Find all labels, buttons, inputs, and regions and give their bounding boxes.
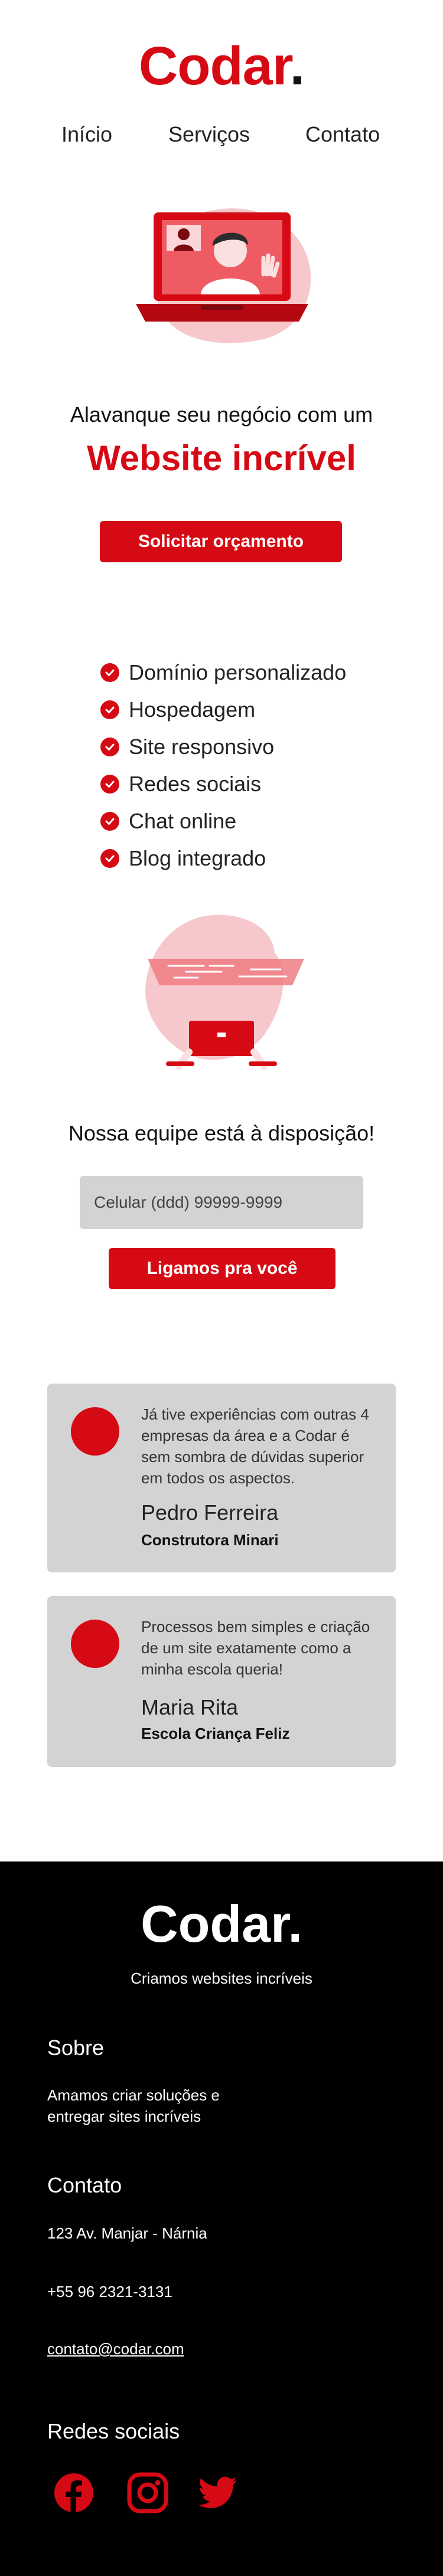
request-quote-button[interactable]: Solicitar orçamento [100, 521, 342, 562]
testimonial-author: Maria Rita [141, 1695, 239, 1719]
check-circle-icon [100, 663, 119, 682]
footer-about-title: Sobre [47, 2036, 105, 2060]
footer-about-text: Amamos criar soluções e entregar sites i… [47, 2086, 220, 2125]
feature-label: Blog integrado [129, 845, 266, 870]
footer-logo[interactable]: Codar. [0, 1898, 443, 1950]
feature-item: Redes sociais [100, 765, 396, 802]
testimonial-company: Construtora Minari [141, 1531, 279, 1549]
check-circle-icon [100, 700, 119, 719]
testimonial-quote: Já tive experiências com outras 4 empres… [141, 1405, 369, 1487]
avatar [71, 1407, 119, 1456]
team-lead-text: Nossa equipe está à disposição! [68, 1121, 375, 1145]
phone-input[interactable] [80, 1176, 363, 1229]
check-circle-icon [100, 774, 119, 794]
testimonial-card: Já tive experiências com outras 4 empres… [47, 1384, 396, 1572]
feature-label: Redes sociais [129, 771, 262, 796]
footer-phone: +55 96 2321-3131 [47, 2283, 172, 2300]
testimonial-quote: Processos bem simples e criação de um si… [141, 1618, 370, 1678]
footer-email-link[interactable]: contato@codar.com [47, 2338, 184, 2359]
footer-address: 123 Av. Manjar - Nárnia [47, 2224, 207, 2242]
avatar [71, 1620, 119, 1668]
feature-label: Hospedagem [129, 697, 256, 722]
instagram-icon[interactable] [127, 2472, 168, 2513]
nav-link-inicio[interactable]: Início [61, 120, 112, 149]
feature-item: Domínio personalizado [100, 654, 396, 691]
footer: Codar. Criamos websites incríveis Sobre … [0, 1861, 443, 2576]
nav-link-contato[interactable]: Contato [305, 120, 380, 149]
call-me-button[interactable]: Ligamos pra você [109, 1248, 335, 1289]
check-circle-icon [100, 848, 119, 868]
brand-dot: . [289, 36, 305, 96]
testimonial-author: Pedro Ferreira [141, 1500, 279, 1525]
feature-item: Hospedagem [100, 691, 396, 728]
feature-item: Site responsivo [100, 728, 396, 765]
video-call-laptop-icon [136, 208, 311, 343]
footer-brand-dot: . [288, 1895, 302, 1953]
footer-social-title: Redes sociais [47, 2419, 180, 2443]
feature-item: Blog integrado [100, 840, 396, 877]
nav-link-servicos[interactable]: Serviços [168, 120, 250, 149]
twitter-icon[interactable] [198, 2472, 239, 2513]
feature-label: Chat online [129, 808, 237, 833]
brand-name: Codar [138, 36, 291, 96]
features-list: Domínio personalizado Hospedagem Site re… [100, 654, 396, 877]
footer-brand-name: Codar [141, 1895, 288, 1953]
feature-label: Site responsivo [129, 734, 275, 759]
check-circle-icon [100, 737, 119, 756]
footer-contact-title: Contato [47, 2173, 122, 2197]
hero-title: Website incrível [87, 438, 356, 478]
coding-laptop-icon [145, 915, 304, 1070]
footer-tagline: Criamos websites incríveis [131, 1969, 312, 1987]
social-links [53, 2472, 289, 2519]
feature-item: Chat online [100, 802, 396, 840]
facebook-icon[interactable] [53, 2472, 95, 2513]
check-circle-icon [100, 811, 119, 831]
brand-logo[interactable]: Codar. [0, 39, 443, 93]
feature-label: Domínio personalizado [129, 660, 347, 684]
testimonial-company: Escola Criança Feliz [141, 1725, 290, 1742]
testimonial-card: Processos bem simples e criação de um si… [47, 1596, 396, 1767]
hero-lead-text: Alavanque seu negócio com um [70, 402, 373, 427]
main-nav: Início Serviços Contato [0, 120, 443, 149]
